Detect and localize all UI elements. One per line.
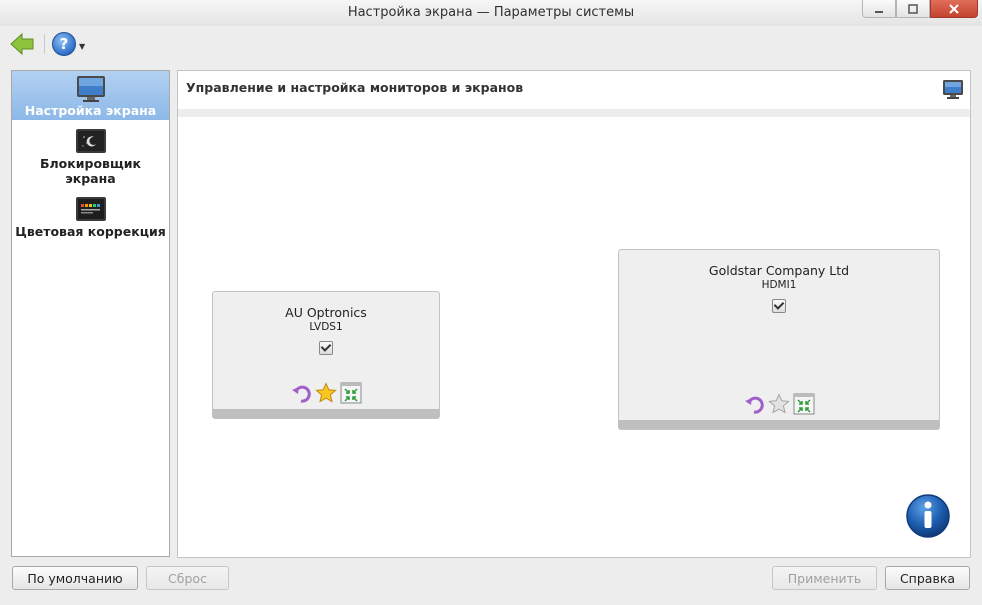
color-correction-icon [75, 197, 106, 221]
panel-divider [178, 109, 970, 117]
monitor-actions [619, 393, 939, 415]
sidebar: Настройка экрана Блокировщик экрана Цвет… [11, 70, 170, 557]
monitor-bottom-bar [619, 420, 939, 429]
monitor-enabled-checkbox[interactable] [319, 341, 333, 355]
toolbar-separator [44, 34, 45, 54]
main-panel: Управление и настройка мониторов и экран… [177, 70, 971, 558]
help-icon: ? [52, 32, 76, 56]
apply-button[interactable]: Применить [772, 566, 877, 590]
reset-button[interactable]: Сброс [146, 566, 229, 590]
resize-icon[interactable] [793, 393, 815, 415]
monitor-icon [943, 80, 963, 99]
rotate-icon[interactable] [743, 393, 765, 415]
resize-icon[interactable] [340, 382, 362, 404]
sidebar-item-label: Настройка экрана [24, 103, 157, 118]
monitor-name: Goldstar Company Ltd [708, 263, 850, 278]
close-button[interactable] [930, 0, 978, 18]
primary-star-icon[interactable] [768, 393, 790, 415]
sidebar-item-screen-locker[interactable]: Блокировщик экрана [12, 124, 169, 188]
minimize-icon [875, 10, 883, 13]
help-menu-button[interactable]: ? ▼ [52, 31, 86, 57]
monitor-icon [76, 76, 105, 102]
primary-star-icon[interactable] [315, 382, 337, 404]
page-title: Управление и настройка мониторов и экран… [186, 80, 524, 95]
close-icon [949, 3, 959, 14]
monitor-actions [213, 382, 439, 404]
sidebar-item-label: Блокировщик экрана [39, 156, 142, 186]
help-button[interactable]: Справка [885, 566, 970, 590]
info-icon[interactable] [905, 493, 951, 539]
minimize-button[interactable] [862, 0, 896, 18]
screen-locker-icon [75, 129, 106, 153]
toolbar: ? ▼ [0, 26, 982, 62]
back-arrow-icon [10, 32, 34, 56]
defaults-button[interactable]: По умолчанию [12, 566, 138, 590]
monitor-au-optronics[interactable]: AU Optronics LVDS1 [212, 291, 440, 419]
monitor-name: AU Optronics [285, 305, 367, 320]
window-controls [862, 0, 978, 18]
monitor-port: LVDS1 [309, 321, 343, 333]
maximize-icon [908, 3, 918, 14]
sidebar-item-display[interactable]: Настройка экрана [12, 71, 169, 120]
monitor-enabled-checkbox[interactable] [772, 299, 786, 313]
chevron-down-icon: ▼ [79, 41, 86, 51]
sidebar-item-label: Цветовая коррекция [15, 224, 166, 239]
title-bar: Настройка экрана — Параметры системы [0, 0, 982, 26]
window-title: Настройка экрана — Параметры системы [347, 5, 635, 20]
monitor-goldstar[interactable]: Goldstar Company Ltd HDMI1 [618, 249, 940, 430]
panel-header: Управление и настройка мониторов и экран… [178, 71, 970, 110]
monitor-bottom-bar [213, 409, 439, 418]
back-button[interactable] [8, 30, 36, 58]
monitor-port: HDMI1 [761, 279, 797, 291]
maximize-button[interactable] [896, 0, 930, 18]
sidebar-item-color-correction[interactable]: Цветовая коррекция [12, 192, 169, 241]
rotate-icon[interactable] [290, 382, 312, 404]
